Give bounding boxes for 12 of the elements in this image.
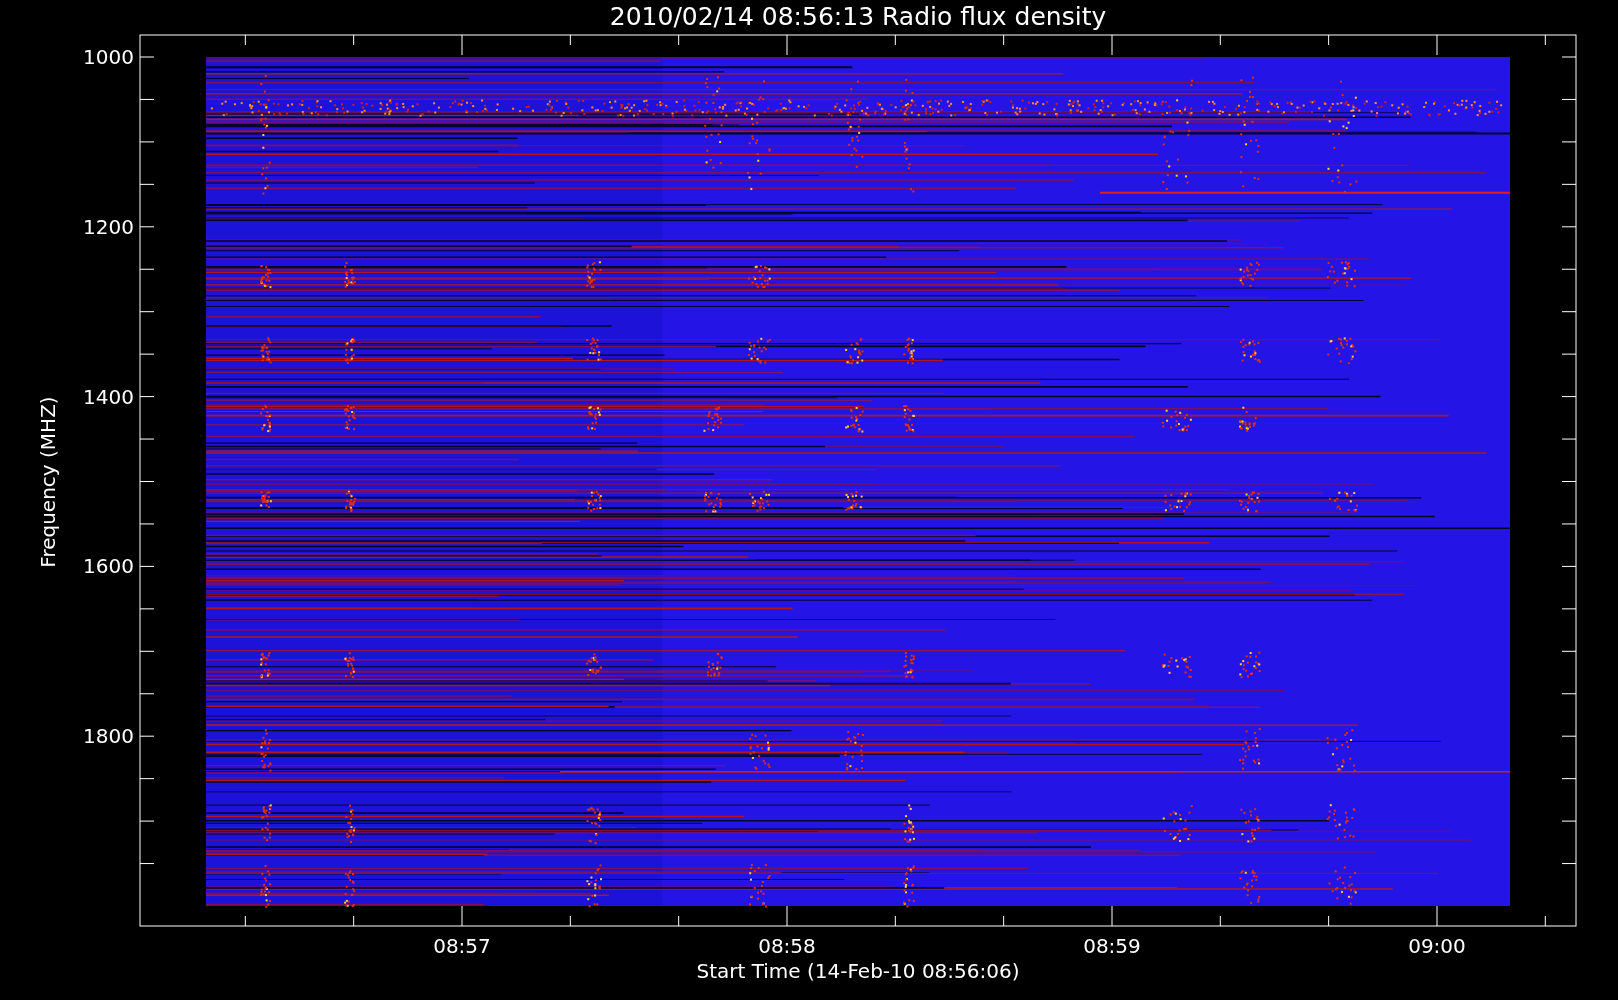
y-tick-label: 1400 (83, 384, 134, 409)
y-tick-label: 1000 (83, 45, 134, 69)
x-axis-title: Start Time (14-Feb-10 08:56:06) (696, 959, 1020, 983)
y-tick-label: 1600 (83, 554, 134, 579)
y-axis-title: Frequency (MHZ) (36, 396, 60, 568)
x-tick-label: 08:57 (433, 934, 491, 958)
x-tick-label: 08:59 (1083, 934, 1141, 958)
plot-title: 2010/02/14 08:56:13 Radio flux density (609, 2, 1107, 31)
x-tick-label: 09:00 (1408, 934, 1466, 958)
y-tick-label: 1800 (83, 724, 134, 749)
x-tick-label: 08:58 (758, 934, 816, 958)
y-tick-label: 1200 (83, 214, 134, 239)
